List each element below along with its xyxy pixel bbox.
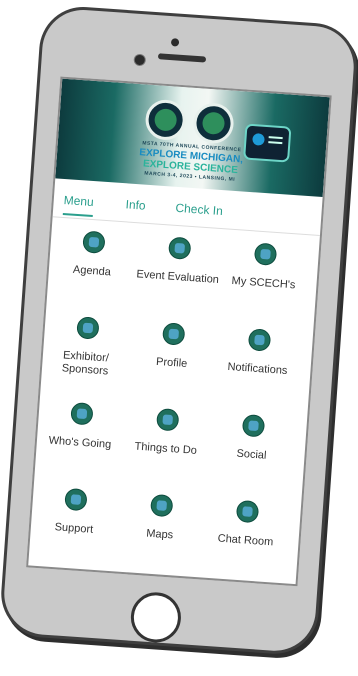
menu-item-notifications[interactable]: Notifications: [214, 326, 303, 379]
phone-mockup: MSTA 70TH ANNUAL CONFERENCE EXPLORE MICH…: [0, 0, 358, 676]
scech-icon: [253, 242, 278, 266]
phone-frame: MSTA 70TH ANNUAL CONFERENCE EXPLORE MICH…: [0, 4, 358, 657]
evaluation-icon: [167, 236, 192, 260]
menu-item-label: My SCECH's: [231, 274, 296, 292]
tab-info[interactable]: Info: [125, 197, 146, 212]
menu-item-label: Exhibitor/ Sponsors: [61, 349, 110, 378]
things-to-do-icon: [155, 408, 180, 432]
menu-item-label: Profile: [155, 355, 188, 370]
menu-item-social[interactable]: Social: [208, 412, 297, 465]
chat-room-icon: [235, 499, 260, 524]
menu-item-label: Notifications: [227, 360, 288, 377]
menu-item-label: Chat Room: [217, 532, 274, 549]
menu-item-my-scech[interactable]: My SCECH's: [220, 240, 309, 293]
menu-item-chat-room[interactable]: Chat Room: [202, 498, 291, 551]
tab-check-in[interactable]: Check In: [175, 201, 223, 218]
menu-item-event-evaluation[interactable]: Event Evaluation: [134, 234, 223, 287]
profile-icon: [161, 322, 186, 346]
menu-item-label: Support: [54, 521, 94, 536]
support-icon: [64, 487, 88, 512]
social-icon: [241, 414, 266, 438]
camera-lens: [133, 53, 147, 67]
binoculars-right-lens-icon: [192, 101, 235, 145]
exhibitor-icon: [76, 316, 100, 340]
app-screen: MSTA 70TH ANNUAL CONFERENCE EXPLORE MICH…: [26, 76, 332, 587]
menu-item-label: Agenda: [72, 263, 112, 279]
tab-menu[interactable]: Menu: [62, 193, 95, 218]
menu-item-label: Event Evaluation: [136, 268, 220, 286]
whos-going-icon: [70, 402, 94, 426]
menu-item-label: Maps: [145, 527, 174, 542]
menu-item-whos-going[interactable]: Who's Going: [37, 400, 126, 453]
menu-item-exhibitor-sponsors[interactable]: Exhibitor/ Sponsors: [42, 314, 132, 380]
menu-item-label: Things to Do: [134, 440, 198, 457]
notifications-icon: [247, 328, 272, 352]
menu-item-label: Social: [236, 447, 267, 462]
home-button[interactable]: [129, 590, 183, 645]
menu-item-maps[interactable]: Maps: [116, 492, 205, 545]
map-pin-icon: [149, 493, 174, 518]
menu-item-profile[interactable]: Profile: [128, 320, 217, 373]
conference-banner: MSTA 70TH ANNUAL CONFERENCE EXPLORE MICH…: [55, 78, 330, 198]
menu-item-things-to-do[interactable]: Things to Do: [122, 406, 211, 459]
front-camera: [170, 38, 180, 47]
menu-item-agenda[interactable]: Agenda: [49, 228, 138, 281]
menu-item-label: Who's Going: [48, 434, 112, 451]
binoculars-left-lens-icon: [144, 98, 187, 142]
agenda-icon: [82, 230, 106, 254]
earpiece-speaker: [157, 53, 207, 63]
menu-item-support[interactable]: Support: [31, 486, 120, 539]
